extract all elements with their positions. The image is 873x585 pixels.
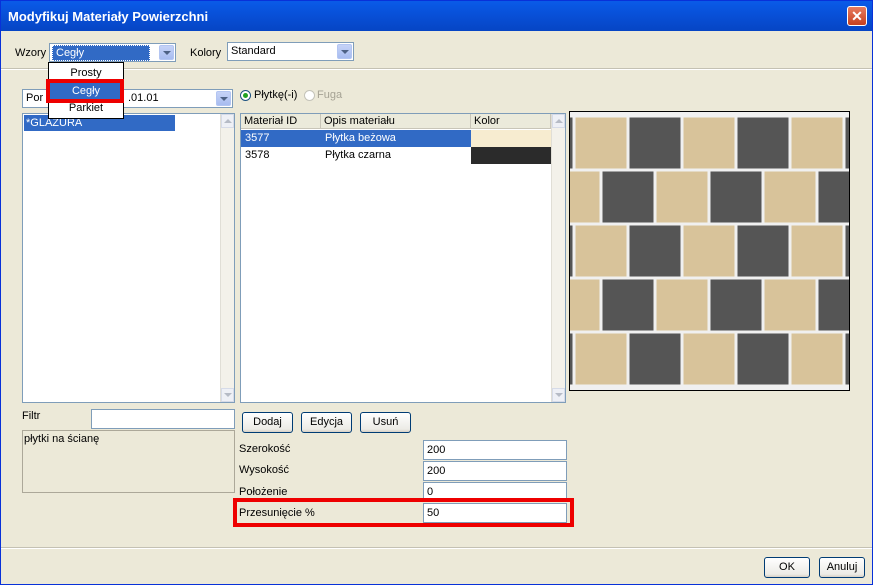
brick-tile <box>710 279 762 331</box>
brick-tile <box>764 279 816 331</box>
column-header-color[interactable]: Kolor <box>471 114 551 129</box>
materials-table[interactable]: Materiał ID Opis materiału Kolor 3577 Pł… <box>240 113 566 403</box>
material-color-swatch <box>471 147 551 164</box>
grout-radio <box>304 90 315 101</box>
column-header-id[interactable]: Materiał ID <box>241 114 321 129</box>
tiles-radio[interactable] <box>240 90 251 101</box>
tiles-radio-label: Płytkę(-i) <box>254 89 298 101</box>
width-value: 200 <box>427 444 446 456</box>
highlight-offset-box <box>233 498 574 527</box>
brick-tile <box>683 333 735 385</box>
brick-tile <box>602 279 654 331</box>
category-list[interactable]: *GLAZURA <box>22 113 235 403</box>
separator-bottom <box>1 547 872 549</box>
cancel-button[interactable]: Anuluj <box>819 557 865 578</box>
scroll-up-icon[interactable] <box>221 114 234 128</box>
brick-tile <box>629 333 681 385</box>
material-color-swatch <box>471 130 551 147</box>
brick-tile <box>845 333 872 385</box>
add-button[interactable]: Dodaj <box>242 412 293 433</box>
brick-tile <box>845 117 872 169</box>
brick-tile <box>521 225 573 277</box>
vertical-scrollbar[interactable] <box>551 114 565 402</box>
close-button[interactable]: ✕ <box>847 6 867 26</box>
brick-tile <box>791 117 843 169</box>
table-row[interactable]: 3577 Płytka beżowa <box>241 130 551 147</box>
width-input[interactable]: 200 <box>423 440 567 460</box>
brick-tile <box>737 225 789 277</box>
filter-input[interactable] <box>91 409 235 429</box>
brick-tile <box>737 333 789 385</box>
wzory-value: Cegły <box>52 45 150 61</box>
chevron-down-icon[interactable] <box>216 91 231 106</box>
brick-tile <box>818 171 870 223</box>
kolory-label: Kolory <box>190 47 222 59</box>
brick-tile <box>845 225 872 277</box>
highlight-cegly-box <box>46 79 124 103</box>
category-value-left: Por <box>26 92 44 104</box>
brick-tile <box>737 117 789 169</box>
width-label: Szerokość <box>239 443 291 455</box>
column-header-description[interactable]: Opis materiału <box>321 114 471 129</box>
height-input[interactable]: 200 <box>423 461 567 481</box>
material-id-cell: 3578 <box>245 149 270 161</box>
brick-tile <box>710 171 762 223</box>
brick-tile <box>791 333 843 385</box>
wzory-label: Wzory <box>15 47 47 59</box>
pattern-preview <box>494 111 872 391</box>
scroll-up-icon[interactable] <box>552 114 565 128</box>
category-value-right: .01.01 <box>128 92 159 104</box>
window-title: Modyfikuj Materiały Powierzchni <box>8 9 209 24</box>
brick-tile <box>683 225 735 277</box>
brick-tile <box>629 225 681 277</box>
brick-tile <box>521 117 573 169</box>
description-box: płytki na ścianę <box>22 430 235 493</box>
brick-tile <box>602 171 654 223</box>
brick-tile <box>764 171 816 223</box>
edit-button[interactable]: Edycja <box>301 412 352 433</box>
chevron-down-icon[interactable] <box>159 45 174 60</box>
brick-tile <box>683 117 735 169</box>
brick-tile <box>521 333 573 385</box>
ok-button[interactable]: OK <box>764 557 810 578</box>
kolory-combo[interactable]: Standard <box>227 42 354 61</box>
description-text: płytki na ścianę <box>24 433 100 445</box>
brick-tile <box>656 279 708 331</box>
table-row[interactable]: 3578 Płytka czarna <box>241 147 551 164</box>
brick-tile <box>548 279 600 331</box>
scroll-down-icon[interactable] <box>552 388 565 402</box>
separator-top <box>1 68 872 70</box>
dialog-window: Modyfikuj Materiały Powierzchni ✕ Wzory … <box>0 0 873 585</box>
material-description-cell: Płytka beżowa <box>325 132 396 144</box>
height-value: 200 <box>427 465 446 477</box>
brick-tile <box>575 333 627 385</box>
grout-radio-label: Fuga <box>317 89 343 101</box>
brick-tile <box>656 171 708 223</box>
brick-tile <box>548 171 600 223</box>
material-id-cell: 3577 <box>245 132 270 144</box>
wzory-combo[interactable]: Cegły <box>49 43 176 62</box>
brick-tile <box>629 117 681 169</box>
filter-label: Filtr <box>22 410 41 422</box>
brick-tile <box>575 225 627 277</box>
kolory-value: Standard <box>231 45 276 57</box>
brick-tile <box>818 279 870 331</box>
height-label: Wysokość <box>239 464 290 476</box>
chevron-down-icon[interactable] <box>337 44 352 59</box>
position-label: Położenie <box>239 486 288 498</box>
delete-button[interactable]: Usuń <box>360 412 411 433</box>
material-description-cell: Płytka czarna <box>325 149 392 161</box>
title-bar[interactable]: Modyfikuj Materiały Powierzchni ✕ <box>1 1 872 31</box>
position-value: 0 <box>427 486 434 498</box>
dialog-client-area: Wzory Cegły Kolory Standard Por .01.01 P… <box>1 31 872 584</box>
brick-pattern-image <box>494 112 872 390</box>
brick-tile <box>791 225 843 277</box>
vertical-scrollbar[interactable] <box>220 114 234 402</box>
scroll-down-icon[interactable] <box>221 388 234 402</box>
brick-tile <box>575 117 627 169</box>
